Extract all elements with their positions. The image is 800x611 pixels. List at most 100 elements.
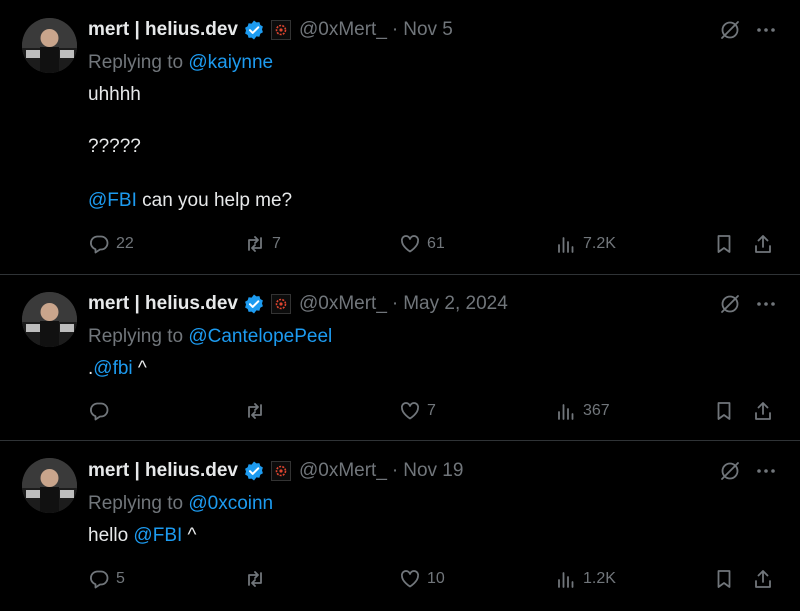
like-icon <box>400 570 420 588</box>
replying-to-label: Replying to <box>88 326 184 347</box>
tweet-header: mert | helius.dev @0xMert_ · Nov 5 <box>88 17 453 43</box>
verified-badge-icon <box>243 460 265 482</box>
retweet-icon <box>248 571 262 587</box>
verified-badge-icon <box>243 19 265 41</box>
tweet-text-line: @FBI can you help me? <box>88 188 292 214</box>
like-button[interactable]: 7 <box>399 398 436 424</box>
grok-icon[interactable] <box>718 292 742 316</box>
avatar[interactable] <box>22 458 77 513</box>
tweet-text-segment: hello <box>88 525 134 546</box>
avatar[interactable] <box>22 292 77 347</box>
avatar[interactable] <box>22 18 77 73</box>
mention-link[interactable]: @FBI <box>133 525 182 546</box>
reply-icon <box>90 402 109 421</box>
like-count: 10 <box>427 570 445 587</box>
tweet-feed: mert | helius.dev @0xMert_ · Nov 5 Reply… <box>0 0 800 611</box>
like-count: 61 <box>427 235 445 252</box>
reply-button[interactable]: 5 <box>88 566 125 592</box>
affiliate-badge-icon[interactable] <box>270 20 291 40</box>
share-icon <box>755 570 771 588</box>
views-icon <box>558 237 574 253</box>
tweet-text: uhhhh ????? @FBI can you help me? <box>88 82 292 214</box>
share-icon <box>755 402 771 420</box>
bookmark-button[interactable] <box>713 398 735 424</box>
retweet-icon <box>248 236 262 252</box>
tweet-text-line: .@fbi ^ <box>88 356 147 382</box>
tweet-text-line: uhhhh <box>88 84 141 105</box>
retweet-icon <box>248 403 262 419</box>
tweet[interactable]: mert | helius.dev @0xMert_ · Nov 19 Repl… <box>0 441 800 611</box>
share-button[interactable] <box>752 231 774 257</box>
grok-icon[interactable] <box>718 18 742 42</box>
bookmark-icon <box>717 235 731 253</box>
tweet-header: mert | helius.dev @0xMert_ · May 2, 2024 <box>88 291 508 317</box>
mention-link[interactable]: @FBI <box>88 190 137 211</box>
verified-badge-icon <box>243 293 265 315</box>
more-icon[interactable] <box>754 292 778 316</box>
bookmark-button[interactable] <box>713 231 735 257</box>
share-button[interactable] <box>752 566 774 592</box>
bookmark-icon <box>717 402 731 420</box>
user-handle[interactable]: @0xMert_ <box>299 293 387 315</box>
like-button[interactable]: 61 <box>399 231 445 257</box>
reply-button[interactable] <box>88 398 116 424</box>
tweet-text-segment: can you help me? <box>136 190 293 211</box>
mention-link[interactable]: @fbi <box>93 358 132 379</box>
replying-to-link[interactable]: @kaiynne <box>188 52 273 73</box>
display-name[interactable]: mert | helius.dev <box>88 19 238 41</box>
replying-to: Replying to @CantelopePeel <box>88 326 332 348</box>
replying-to-label: Replying to <box>88 493 184 514</box>
views-button[interactable]: 1.2K <box>555 566 616 592</box>
like-icon <box>400 402 420 420</box>
replying-to-label: Replying to <box>88 52 184 73</box>
affiliate-badge-icon[interactable] <box>270 461 291 481</box>
grok-icon[interactable] <box>718 459 742 483</box>
user-handle[interactable]: @0xMert_ <box>299 460 387 482</box>
views-icon <box>558 572 574 588</box>
tweet-text-line: hello @FBI ^ <box>88 523 196 549</box>
like-icon <box>400 235 420 253</box>
reply-button[interactable]: 22 <box>88 231 134 257</box>
display-name[interactable]: mert | helius.dev <box>88 293 238 315</box>
replying-to-link[interactable]: @0xcoinn <box>188 493 273 514</box>
like-button[interactable]: 10 <box>399 566 445 592</box>
more-icon[interactable] <box>754 18 778 42</box>
like-count: 7 <box>427 402 436 419</box>
action-bar: 22 7 61 7.2K <box>0 231 800 257</box>
separator-dot: · <box>391 293 399 314</box>
replying-to: Replying to @0xcoinn <box>88 493 273 515</box>
tweet-date[interactable]: May 2, 2024 <box>403 293 508 315</box>
tweet[interactable]: mert | helius.dev @0xMert_ · Nov 5 Reply… <box>0 0 800 275</box>
views-count: 367 <box>583 402 610 419</box>
views-count: 1.2K <box>583 570 616 587</box>
tweet[interactable]: mert | helius.dev @0xMert_ · May 2, 2024… <box>0 275 800 441</box>
user-handle[interactable]: @0xMert_ <box>299 19 387 41</box>
replying-to-link[interactable]: @CantelopePeel <box>188 326 332 347</box>
tweet-text: hello @FBI ^ <box>88 523 196 549</box>
separator-dot: · <box>391 460 399 481</box>
retweet-button[interactable] <box>244 398 272 424</box>
views-button[interactable]: 367 <box>555 398 610 424</box>
share-button[interactable] <box>752 398 774 424</box>
views-button[interactable]: 7.2K <box>555 231 616 257</box>
action-bar: 7 367 <box>0 398 800 424</box>
reply-count: 22 <box>116 235 134 252</box>
bookmark-icon <box>717 570 731 588</box>
display-name[interactable]: mert | helius.dev <box>88 460 238 482</box>
retweet-button[interactable]: 7 <box>244 231 281 257</box>
separator-dot: · <box>391 19 399 40</box>
reply-count: 5 <box>116 570 125 587</box>
reply-icon <box>90 570 109 589</box>
tweet-text-segment: ^ <box>132 358 147 379</box>
affiliate-badge-icon[interactable] <box>270 294 291 314</box>
more-icon[interactable] <box>754 459 778 483</box>
views-icon <box>558 404 574 420</box>
reply-icon <box>90 235 109 254</box>
tweet-text-line: ????? <box>88 136 141 157</box>
share-icon <box>755 235 771 253</box>
tweet-date[interactable]: Nov 5 <box>403 19 453 41</box>
tweet-date[interactable]: Nov 19 <box>403 460 463 482</box>
bookmark-button[interactable] <box>713 566 735 592</box>
retweet-button[interactable] <box>244 566 272 592</box>
tweet-text-segment: ^ <box>182 525 197 546</box>
